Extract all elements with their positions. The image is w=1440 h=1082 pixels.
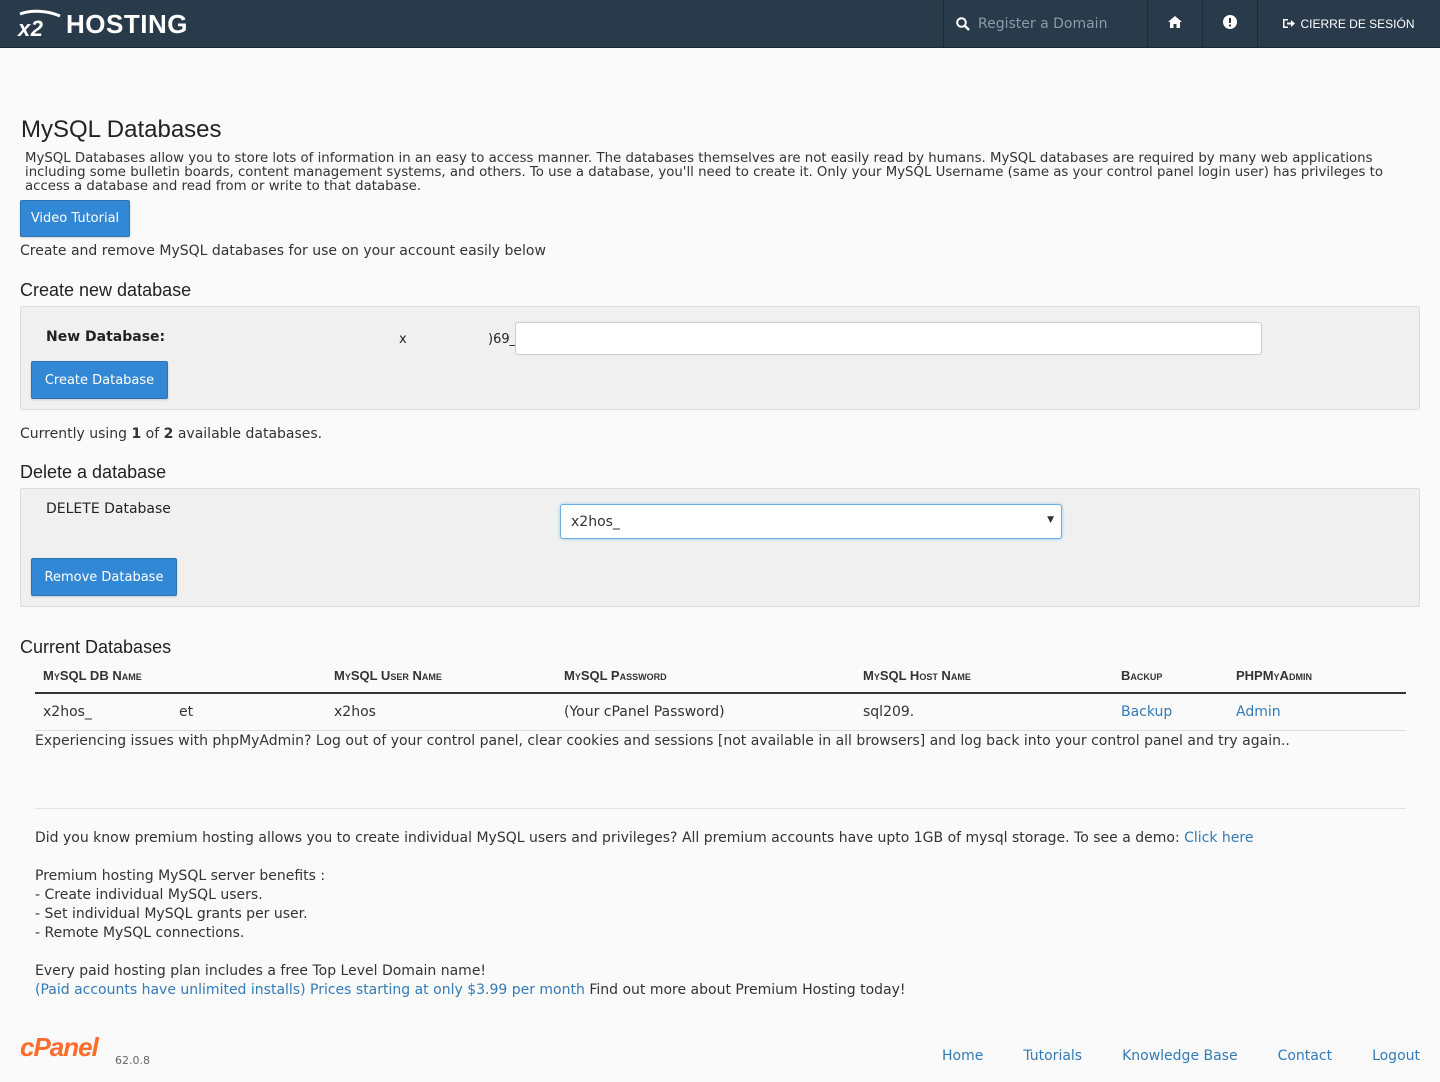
delete-database-label: DELETE Database [46,501,171,517]
page-subtitle: Create and remove MySQL databases for us… [20,243,546,259]
cpanel-version: 62.0.8 [115,1054,150,1067]
usage-text-middle: of [141,426,164,442]
caret-down-icon: ▼ [1047,515,1054,525]
new-database-input[interactable] [515,322,1262,355]
top-bar: x2 HOSTING Register a Domain CIERRE DE S… [0,0,1440,48]
brand-name: HOSTING [66,8,188,39]
top-nav: Register a Domain CIERRE DE SESIÓN [943,0,1440,47]
usage-text-before: Currently using [20,426,132,442]
section-divider [35,808,1406,809]
cell-db-name-suffix: et [179,704,194,720]
remove-database-button[interactable]: Remove Database [31,558,177,596]
cell-password: (Your cPanel Password) [564,704,725,720]
table-row: x2hos_ et x2hos (Your cPanel Password) s… [35,694,1406,731]
phpmyadmin-issue-note: Experiencing issues with phpMyAdmin? Log… [35,733,1290,749]
col-host-name: MySQL Host Name [863,668,971,683]
cell-db-name: x2hos_ [43,704,92,720]
col-db-name: MySQL DB Name [43,668,142,683]
footer-link-contact[interactable]: Contact [1278,1048,1332,1064]
usage-text-after: available databases. [173,426,323,442]
cell-user-name: x2hos [334,704,376,720]
search-icon [956,16,970,31]
col-backup: Backup [1121,668,1163,683]
notifications-button[interactable] [1202,0,1257,47]
phpmyadmin-link[interactable]: Admin [1236,704,1281,720]
footer-link-home[interactable]: Home [942,1048,983,1064]
pricing-line: (Paid accounts have unlimited installs) … [35,981,1415,1000]
col-password: MySQL Password [564,668,667,683]
search-placeholder: Register a Domain [978,15,1108,32]
benefit-item: - Set individual MySQL grants per user. [35,906,308,922]
benefits-title: Premium hosting MySQL server benefits : [35,868,326,884]
databases-table: MySQL DB Name MySQL User Name MySQL Pass… [35,660,1406,731]
logout-button[interactable]: CIERRE DE SESIÓN [1257,0,1440,47]
benefit-item: - Create individual MySQL users. [35,887,263,903]
create-database-button[interactable]: Create Database [31,361,168,399]
footer-link-knowledge-base[interactable]: Knowledge Base [1122,1048,1238,1064]
new-database-label: New Database: [46,329,166,345]
video-tutorial-button[interactable]: Video Tutorial [20,200,130,237]
x2-logo-icon: x2 [17,9,61,40]
tld-note: Every paid hosting plan includes a free … [35,963,487,979]
usage-used-count: 1 [131,426,142,442]
db-prefix-user: x [399,332,407,347]
premium-promo: Did you know premium hosting allows you … [35,829,1415,1000]
cpanel-logo: cPanel [20,1032,99,1062]
col-user-name: MySQL User Name [334,668,442,683]
current-databases-heading: Current Databases [20,637,172,657]
delete-database-heading: Delete a database [20,462,167,482]
col-phpmyadmin: PHPMyAdmin [1236,668,1312,683]
exclamation-circle-icon [1223,14,1237,33]
domain-search[interactable]: Register a Domain [943,0,1147,47]
home-button[interactable] [1147,0,1202,47]
db-prefix-suffix: )69_ [488,332,517,347]
delete-database-panel: DELETE Database x2hos_ ▼ Remove Database [20,488,1420,607]
delete-select-value: x2hos_ [571,513,620,530]
logout-label: CIERRE DE SESIÓN [1300,16,1415,31]
delete-database-select[interactable]: x2hos_ ▼ [560,504,1062,539]
page-title: MySQL Databases [21,116,222,143]
pricing-link[interactable]: (Paid accounts have unlimited installs) … [35,982,585,998]
footer: cPanel 62.0.8 Home Tutorials Knowledge B… [0,1032,1440,1072]
home-icon [1168,15,1182,32]
pricing-after-text: Find out more about Premium Hosting toda… [584,982,906,998]
create-database-heading: Create new database [20,280,192,300]
demo-link[interactable]: Click here [1184,830,1253,846]
page-description: MySQL Databases allow you to store lots … [25,151,1384,194]
database-usage: Currently using 1 of 2 available databas… [20,426,322,442]
table-header: MySQL DB Name MySQL User Name MySQL Pass… [35,660,1406,694]
footer-link-tutorials[interactable]: Tutorials [1023,1048,1082,1064]
backup-link[interactable]: Backup [1121,704,1172,720]
create-database-panel: New Database: x )69_ Create Database [20,306,1420,410]
usage-total-count: 2 [163,426,174,442]
footer-link-logout[interactable]: Logout [1372,1048,1420,1064]
benefit-item: - Remote MySQL connections. [35,925,245,941]
brand-logo[interactable]: x2 HOSTING [16,8,188,41]
promo-line-1: Did you know premium hosting allows you … [35,829,1415,848]
promo-text: Did you know premium hosting allows you … [35,830,1185,846]
cell-host-name: sql209. [863,704,915,720]
sign-out-icon [1283,18,1296,29]
footer-links: Home Tutorials Knowledge Base Contact Lo… [902,1048,1420,1064]
svg-text:x2: x2 [17,16,44,40]
